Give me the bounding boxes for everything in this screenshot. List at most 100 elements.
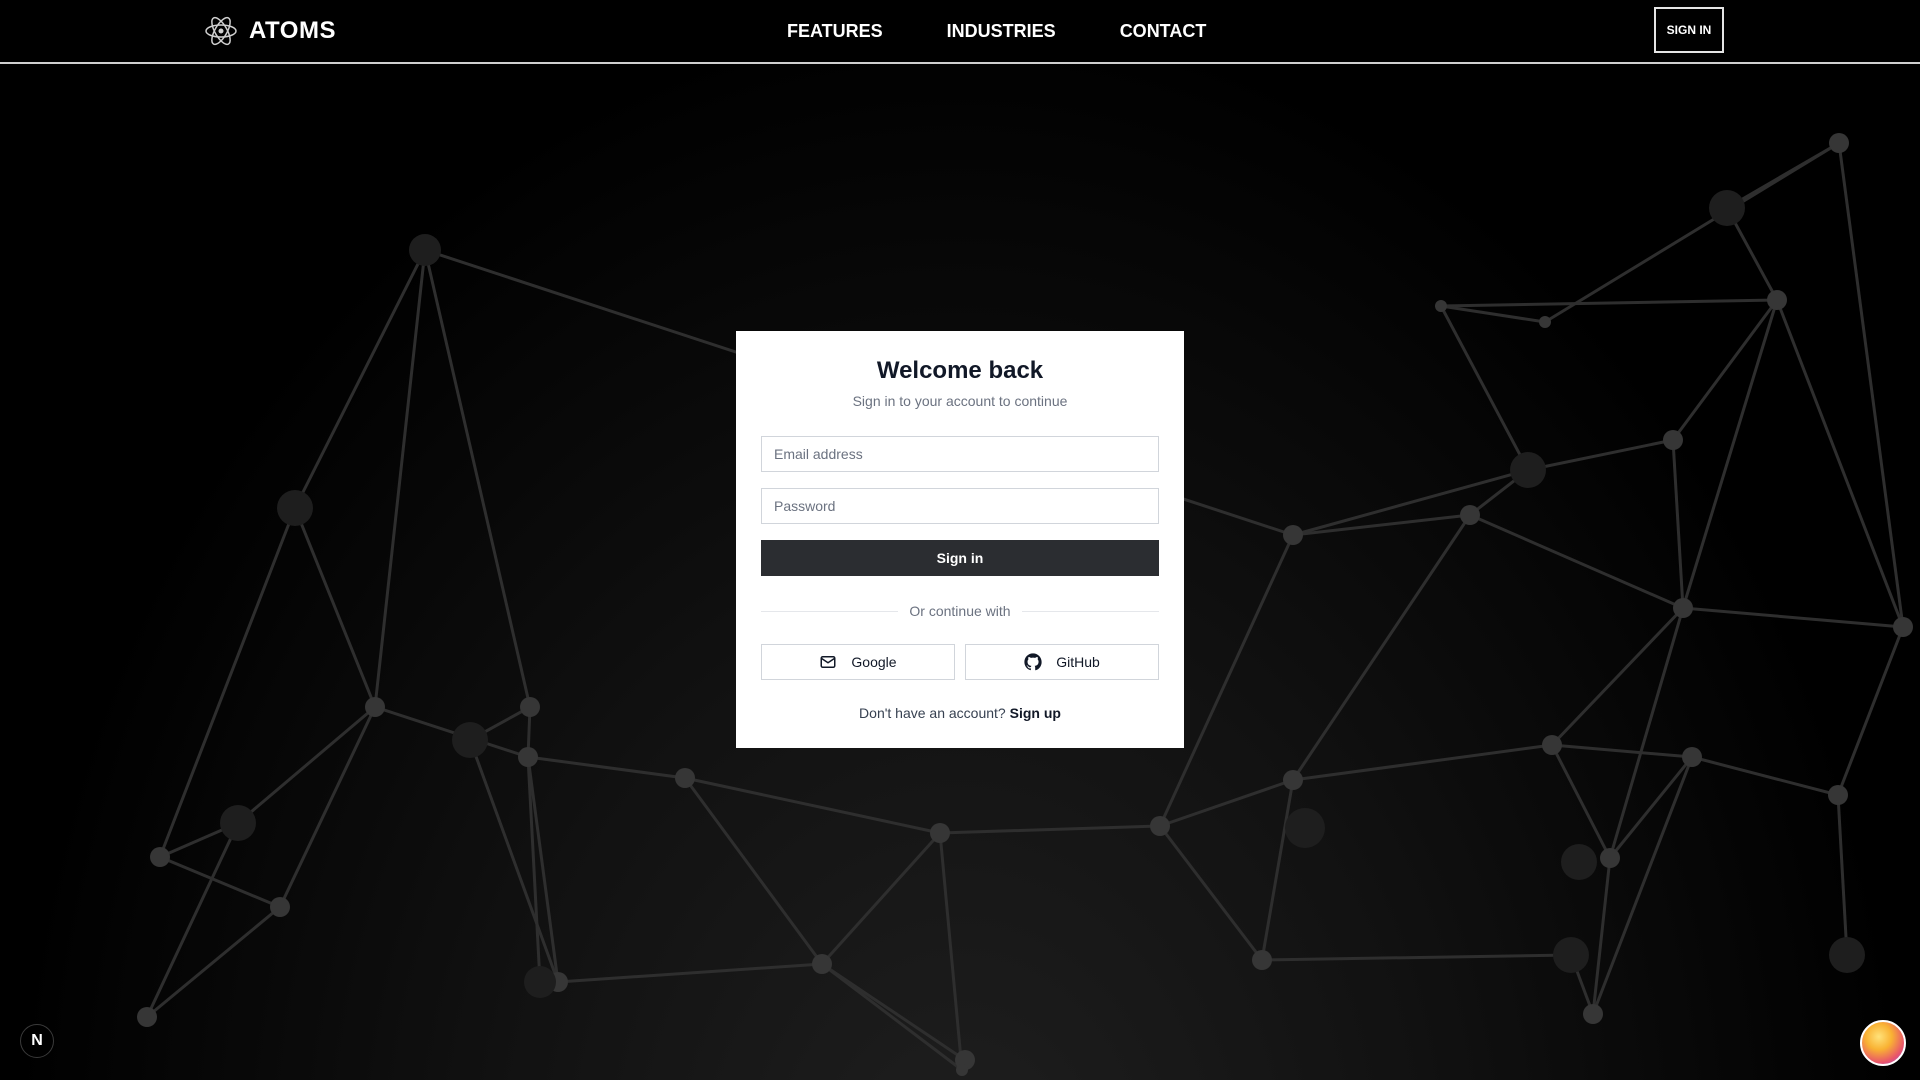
google-signin-button[interactable]: Google — [761, 644, 955, 680]
network-node — [1252, 950, 1272, 970]
signup-prompt-row: Don't have an account? Sign up — [736, 705, 1184, 721]
email-input[interactable] — [761, 436, 1159, 472]
network-edge — [1292, 513, 1471, 537]
network-edge — [1527, 438, 1674, 472]
divider-line-right — [1022, 611, 1159, 612]
network-edge — [684, 776, 941, 835]
signup-prompt: Don't have an account? — [859, 705, 1006, 721]
network-node — [1600, 848, 1620, 868]
network-edge — [1439, 305, 1530, 471]
network-edge — [1682, 606, 1904, 629]
network-edge — [1551, 743, 1693, 759]
signup-link[interactable]: Sign up — [1010, 705, 1061, 721]
network-edge — [1158, 825, 1264, 961]
network-node — [1673, 598, 1693, 618]
network-node — [1285, 808, 1325, 848]
network-edge — [468, 739, 560, 983]
network-node — [220, 805, 256, 841]
network-edge — [1837, 142, 1905, 628]
network-node — [812, 954, 832, 974]
network-edge — [1440, 298, 1778, 308]
atom-icon — [205, 16, 237, 46]
network-edge — [821, 962, 963, 1072]
brand-logo[interactable]: ATOMS — [203, 13, 336, 49]
network-node — [365, 697, 385, 717]
network-node — [452, 722, 488, 758]
nav-features-link[interactable]: FEATURES — [787, 19, 883, 43]
login-title: Welcome back — [876, 357, 1044, 384]
network-node — [1539, 316, 1551, 328]
network-node — [1829, 133, 1849, 153]
network-edge — [527, 755, 686, 780]
main-nav: FEATURES INDUSTRIES CONTACT — [787, 19, 1206, 43]
brand-name: ATOMS — [249, 17, 336, 44]
network-edge — [374, 705, 529, 759]
network-node — [1283, 525, 1303, 545]
top-navbar: ATOMS FEATURES INDUSTRIES CONTACT SIGN I… — [0, 0, 1920, 64]
network-edge — [938, 832, 964, 1071]
github-icon — [1024, 653, 1042, 671]
nextjs-icon: N — [31, 1032, 43, 1049]
assistant-icon[interactable] — [1860, 1020, 1906, 1066]
network-edge — [373, 249, 427, 708]
network-edge — [1292, 743, 1553, 782]
network-edge — [1440, 304, 1546, 324]
network-node — [518, 747, 538, 767]
login-subtitle: Sign in to your account to continue — [852, 393, 1068, 409]
network-edge — [1261, 953, 1572, 962]
signin-submit-button[interactable]: Sign in — [761, 540, 1159, 576]
network-node — [956, 1064, 968, 1076]
network-node — [1767, 290, 1787, 310]
network-edge — [1544, 141, 1840, 324]
network-edge — [1159, 778, 1294, 828]
network-edge — [423, 249, 532, 708]
nav-industries-link[interactable]: INDUSTRIES — [947, 19, 1056, 43]
network-node — [1435, 300, 1447, 312]
or-divider: Or continue with — [761, 601, 1159, 621]
network-node — [1829, 937, 1865, 973]
network-edge — [158, 507, 297, 858]
network-edge — [683, 777, 824, 965]
network-edge — [820, 831, 942, 966]
network-edge — [1836, 794, 1849, 956]
network-edge — [1775, 299, 1905, 628]
github-signin-button[interactable]: GitHub — [965, 644, 1159, 680]
network-node — [409, 234, 441, 266]
network-edge — [939, 824, 1161, 835]
mail-icon — [820, 656, 836, 668]
network-edge — [1608, 756, 1694, 859]
nav-contact-link[interactable]: CONTACT — [1120, 19, 1207, 43]
network-node — [1553, 937, 1589, 973]
network-node — [1663, 430, 1683, 450]
network-node — [1150, 816, 1170, 836]
login-card: Welcome back Sign in to your account to … — [736, 331, 1184, 748]
password-input[interactable] — [761, 488, 1159, 524]
github-label: GitHub — [1056, 654, 1100, 670]
network-node — [1542, 735, 1562, 755]
network-node — [1583, 1004, 1603, 1024]
nextjs-badge[interactable]: N — [20, 1024, 54, 1058]
network-node — [524, 966, 556, 998]
network-node — [1709, 190, 1745, 226]
network-edge — [1550, 744, 1612, 859]
network-edge — [1291, 514, 1472, 781]
network-node — [1561, 844, 1597, 880]
network-node — [1460, 505, 1480, 525]
network-edge — [146, 905, 281, 1019]
network-edge — [1681, 299, 1779, 609]
network-node — [1283, 770, 1303, 790]
network-edge — [1836, 626, 1905, 796]
network-edge — [1469, 513, 1684, 610]
network-node — [1682, 747, 1702, 767]
network-node — [1893, 617, 1913, 637]
network-edge — [1671, 439, 1685, 609]
network-node — [150, 847, 170, 867]
network-edge — [1260, 779, 1295, 961]
network-edge — [293, 507, 377, 708]
network-node — [137, 1007, 157, 1027]
network-node — [270, 897, 290, 917]
nav-signin-button[interactable]: SIGN IN — [1654, 7, 1724, 53]
network-edge — [1671, 299, 1779, 441]
network-node — [1828, 785, 1848, 805]
network-edge — [278, 706, 377, 908]
